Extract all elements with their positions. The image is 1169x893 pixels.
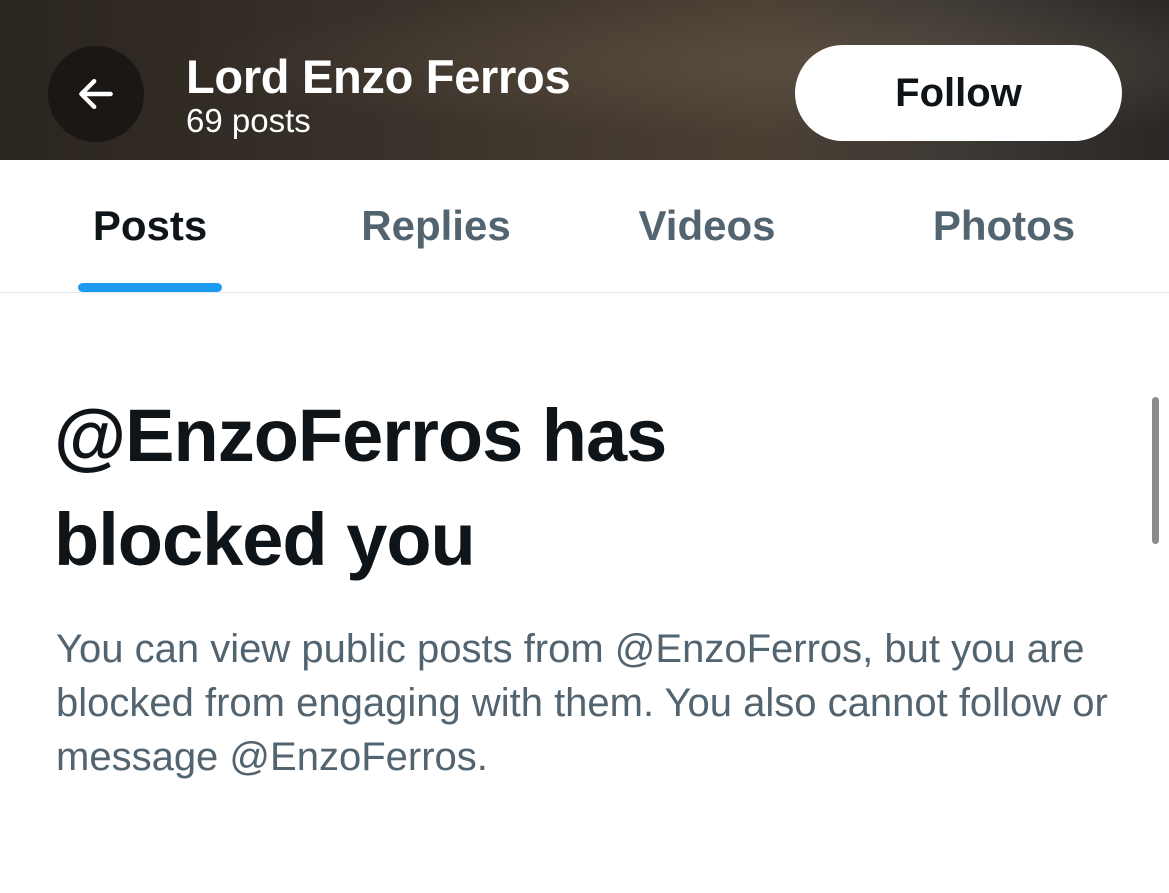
profile-header: Lord Enzo Ferros 69 posts Follow xyxy=(0,0,1169,160)
active-tab-indicator xyxy=(78,283,222,292)
back-button[interactable] xyxy=(48,46,144,142)
scrollbar[interactable] xyxy=(1152,397,1159,544)
arrow-left-icon xyxy=(79,78,113,110)
tab-videos[interactable]: Videos xyxy=(612,160,802,292)
tab-replies[interactable]: Replies xyxy=(336,160,536,292)
profile-name: Lord Enzo Ferros xyxy=(186,50,571,103)
blocked-heading: @EnzoFerros has blocked you xyxy=(54,394,667,581)
post-count: 69 posts xyxy=(186,102,311,139)
profile-tabs: Posts Replies Videos Photos xyxy=(0,160,1169,293)
tab-posts[interactable]: Posts xyxy=(78,160,222,292)
blocked-message: You can view public posts from @EnzoFerr… xyxy=(56,627,1108,779)
profile-page: Lord Enzo Ferros 69 posts Follow Posts R… xyxy=(0,0,1169,893)
tab-photos[interactable]: Photos xyxy=(908,160,1100,292)
follow-button[interactable]: Follow xyxy=(795,45,1122,141)
